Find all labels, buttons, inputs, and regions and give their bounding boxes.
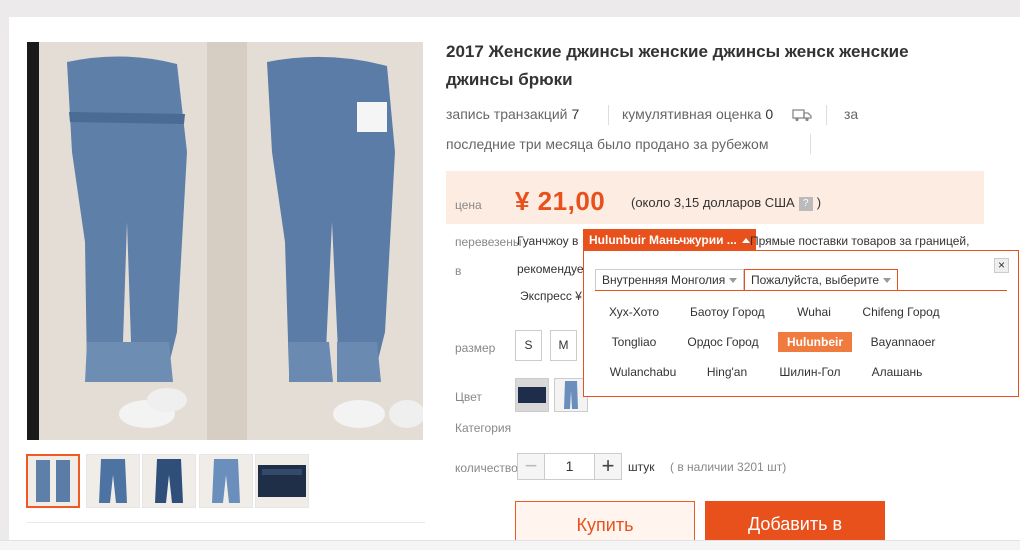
shipping-from: Гуанчжоу в [517,234,579,248]
shipping-label-2: в [455,264,462,278]
price-conversion-note: (около 3,15 долларов США?) [631,195,822,211]
delivery-truck-icon [792,109,812,122]
jeans-illustration [27,42,423,440]
tab-underline [595,290,1007,291]
rating-label: кумулятивная оценка 0 [622,106,774,122]
thumbnail-3[interactable] [142,454,196,508]
color-option-dark[interactable] [515,378,549,412]
close-icon[interactable]: × [994,258,1009,273]
tab-province[interactable]: Внутренняя Монголия [595,269,745,291]
quantity-label: количество [455,461,518,475]
city-option-selected[interactable]: Hulunbeir [778,332,852,352]
rating-count: 0 [765,106,774,122]
city-option[interactable]: Hing'an [690,362,764,382]
city-option[interactable]: Chifeng Город [862,302,940,322]
city-option[interactable]: Алашань [860,362,934,382]
city-option[interactable]: Хух-Хото [597,302,671,322]
chevron-up-icon [741,238,750,244]
quantity-decrease-button[interactable]: − [517,453,545,480]
city-option[interactable]: Баотоу Город [690,302,765,322]
product-title: 2017 Женские джинсы женские джинсы женск… [446,42,909,89]
transactions-label: запись транзакций 7 [446,106,580,122]
main-product-image[interactable] [27,42,423,440]
tab-city[interactable]: Пожалуйста, выберите [744,269,899,291]
direct-shipping-text: Прямые поставки товаров за границей, [750,234,970,248]
quantity-increase-button[interactable]: + [594,453,622,480]
size-label: размер [455,341,496,355]
transactions-count: 7 [571,106,580,122]
thumbnail-4[interactable] [199,454,253,508]
size-option-m[interactable]: M [550,330,577,361]
thumbnail-5[interactable] [255,454,309,508]
city-option[interactable]: Шилин-Гол [773,362,847,382]
color-label: Цвет [455,390,482,404]
shipping-label: перевезены [455,235,522,249]
chevron-down-icon [729,278,738,284]
thumbnail-1[interactable] [26,454,80,508]
size-option-s[interactable]: S [515,330,542,361]
quantity-input[interactable]: 1 [545,453,594,480]
sold-abroad-prefix: за [844,106,859,122]
thumbnail-2[interactable] [86,454,140,508]
quantity-unit: штук [628,460,655,474]
category-label: Категория [455,421,512,435]
gallery-divider [27,522,425,523]
destination-dropdown[interactable]: Hulunbuir Маньчжурии ... [583,229,756,251]
city-option[interactable]: Wulanchabu [606,362,680,382]
help-icon[interactable]: ? [798,196,813,211]
meta-separator [826,105,827,125]
meta-separator [810,134,811,154]
city-option[interactable]: Tongliao [597,332,671,352]
city-option[interactable]: Ордос Город [686,332,760,352]
express-text: Экспресс ¥ [520,289,582,303]
price-value: ¥ 21,00 [515,186,606,216]
meta-separator [608,105,609,125]
stock-text: ( в наличии 3201 шт) [670,460,787,474]
chevron-down-icon [883,278,892,284]
sold-abroad-text: последние три месяца было продано за руб… [446,136,769,152]
city-option[interactable]: Bayannaoer [866,332,940,352]
city-option[interactable]: Wuhai [777,302,851,322]
bottom-bar [0,540,1020,550]
price-label: цена [455,198,482,212]
